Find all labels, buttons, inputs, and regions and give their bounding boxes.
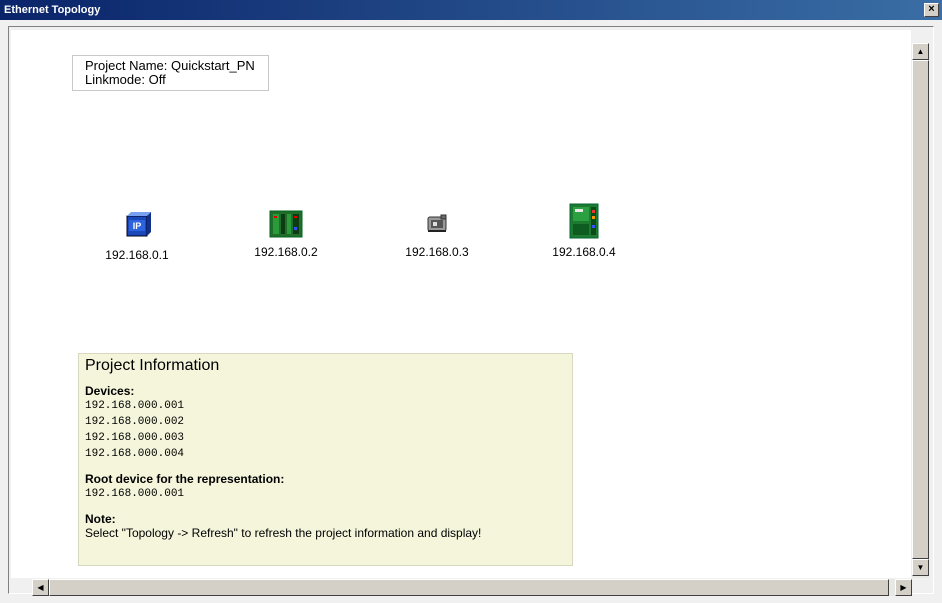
- device-list-item: 192.168.000.002: [85, 416, 185, 428]
- device-list-item: 192.168.000.003: [85, 432, 185, 444]
- device-ip: 192.168.0.1: [105, 248, 169, 262]
- device-node[interactable]: 192.168.0.4: [524, 203, 644, 259]
- devices-heading: Devices:: [85, 384, 135, 398]
- title-bar: Ethernet Topology ×: [0, 0, 942, 20]
- io-module-icon: [269, 210, 303, 238]
- scroll-left-button[interactable]: ◀: [32, 579, 49, 596]
- ip-device-icon: IP: [126, 212, 151, 237]
- root-device-heading: Root device for the representation:: [85, 472, 285, 486]
- svg-text:IP: IP: [133, 221, 142, 231]
- device-ip: 192.168.0.3: [405, 245, 469, 259]
- note-heading: Note:: [85, 512, 116, 526]
- close-button[interactable]: ×: [924, 3, 939, 17]
- project-information-panel: Project Information Devices: 192.168.000…: [78, 353, 573, 566]
- device-node[interactable]: IP 192.168.0.1: [77, 210, 197, 262]
- vertical-scroll-thumb[interactable]: [912, 60, 929, 559]
- project-name: Project Name: Quickstart_PN: [85, 58, 255, 73]
- linkmode-status: Linkmode: Off: [85, 72, 166, 87]
- horizontal-scroll-thumb[interactable]: [49, 579, 889, 596]
- root-device-value: 192.168.000.001: [85, 488, 185, 500]
- scroll-up-button[interactable]: ▲: [912, 43, 929, 60]
- window-title: Ethernet Topology: [4, 4, 101, 16]
- device-ip: 192.168.0.2: [254, 245, 318, 259]
- note-text: Select "Topology -> Refresh" to refresh …: [85, 526, 482, 540]
- device-node[interactable]: 192.168.0.3: [377, 207, 497, 259]
- panel-title: Project Information: [85, 357, 220, 374]
- scroll-down-button[interactable]: ▼: [912, 559, 929, 576]
- project-summary: Project Name: Quickstart_PN Linkmode: Of…: [72, 55, 269, 91]
- device-list-item: 192.168.000.001: [85, 400, 185, 412]
- horizontal-scrollbar[interactable]: ◀ ▶: [32, 579, 912, 596]
- device-node[interactable]: 192.168.0.2: [226, 207, 346, 259]
- device-ip: 192.168.0.4: [552, 245, 616, 259]
- topology-canvas[interactable]: Project Name: Quickstart_PN Linkmode: Of…: [11, 30, 911, 578]
- vertical-scrollbar[interactable]: ▲ ▼: [912, 43, 929, 578]
- controller-icon: [569, 203, 599, 239]
- drive-icon: [427, 214, 447, 232]
- device-list-item: 192.168.000.004: [85, 448, 185, 460]
- scroll-right-button[interactable]: ▶: [895, 579, 912, 596]
